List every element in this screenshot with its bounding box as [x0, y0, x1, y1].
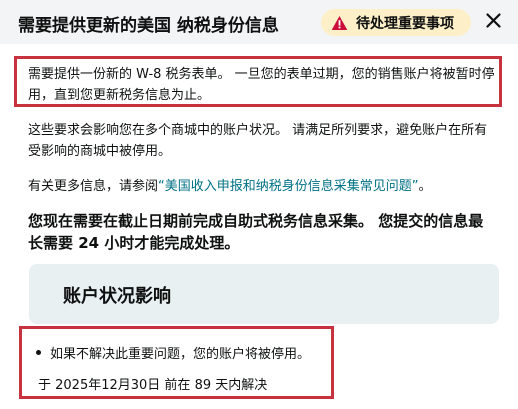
impact-list-item: 如果不解决此重要问题，您的账户将被停用。	[36, 343, 310, 362]
notice-text: 需要提供一份新的 W-8 税务表单。 一旦您的表单过期，您的销售账户将被暂时停用…	[28, 67, 495, 103]
status-badge: 待处理重要事项	[321, 9, 471, 36]
warning-triangle-icon	[331, 15, 348, 31]
modal-header: 需要提供更新的美国 纳税身份信息 待处理重要事项	[0, 0, 518, 44]
close-icon	[485, 12, 501, 28]
faq-link[interactable]: “美国收入申报和纳税身份信息采集常见问题”	[158, 179, 418, 194]
bullet-dot	[36, 350, 41, 355]
badge-label: 待处理重要事项	[356, 15, 454, 32]
requirements-text: 这些要求会影响您在多个商城中的账户状况。 请满足所列要求，避免账户在所有受影响的…	[28, 123, 488, 159]
resolve-deadline: 于 2025年12月30日 前在 89 天内解决	[38, 378, 268, 393]
more-info-prefix: 有关更多信息，请参阅	[28, 179, 159, 194]
close-button[interactable]	[482, 9, 504, 31]
impact-bullet-text: 如果不解决此重要问题，您的账户将被停用。	[50, 347, 311, 362]
more-info-suffix: 。	[418, 179, 432, 194]
deadline-notice: 您现在需要在截止日期前完成自助式税务信息采集。 您提交的信息最长需要 24 小时…	[28, 212, 484, 252]
modal-title: 需要提供更新的美国 纳税身份信息	[18, 16, 279, 36]
more-info-text: 有关更多信息，请参阅“美国收入申报和纳税身份信息采集常见问题”。	[28, 176, 498, 197]
account-impact-title: 账户状况影响	[63, 286, 171, 307]
